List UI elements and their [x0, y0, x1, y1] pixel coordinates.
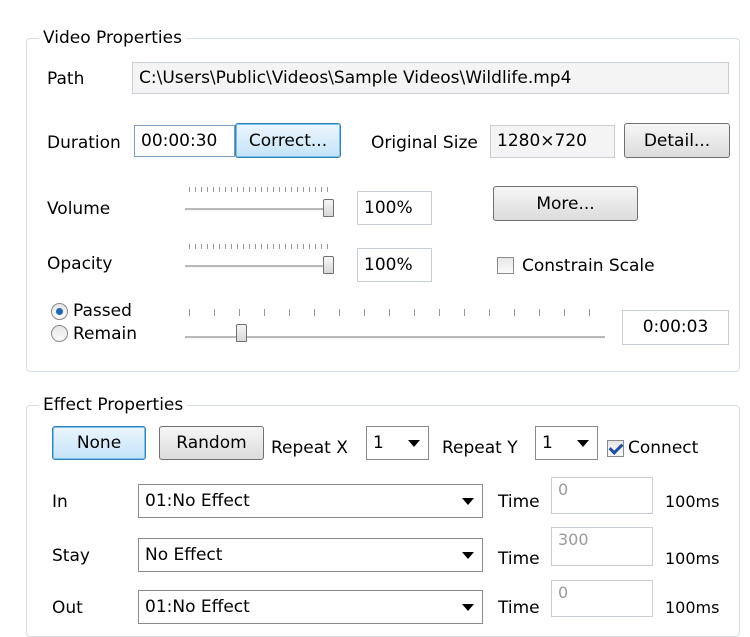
in-effect-value: 01:No Effect	[145, 491, 250, 511]
in-effect-select[interactable]: 01:No Effect	[138, 484, 483, 518]
position-time-field[interactable]: 0:00:03	[622, 310, 729, 345]
stay-time-field[interactable]: 300	[551, 527, 653, 566]
out-time-field[interactable]: 0	[551, 580, 653, 617]
stay-label: Stay	[52, 546, 90, 566]
in-time-label: Time	[498, 492, 540, 512]
more-button[interactable]: More...	[493, 186, 638, 221]
stay-effect-value: No Effect	[145, 545, 223, 565]
remain-radio[interactable]	[51, 325, 68, 342]
chevron-down-icon	[462, 604, 474, 611]
opacity-field[interactable]: 100%	[357, 248, 432, 282]
out-time-unit: 100ms	[665, 598, 720, 617]
in-time-field[interactable]: 0	[551, 477, 653, 514]
repeat-y-select[interactable]: 1	[535, 426, 598, 460]
remain-label[interactable]: Remain	[73, 324, 137, 344]
stay-time-label: Time	[498, 549, 540, 569]
original-size-label: Original Size	[371, 133, 478, 153]
stay-effect-select[interactable]: No Effect	[138, 538, 483, 572]
path-label: Path	[47, 69, 85, 89]
repeat-x-value: 1	[373, 433, 384, 453]
repeat-x-label: Repeat X	[271, 438, 348, 458]
opacity-slider-thumb[interactable]	[323, 256, 334, 274]
opacity-label: Opacity	[47, 254, 113, 274]
position-slider-thumb[interactable]	[236, 324, 247, 342]
stay-time-unit: 100ms	[665, 549, 720, 568]
effect-properties-title: Effect Properties	[39, 395, 188, 415]
position-slider-ticks	[189, 309, 601, 316]
original-size-field: 1280×720	[490, 125, 615, 158]
passed-radio[interactable]	[51, 303, 68, 320]
repeat-x-select[interactable]: 1	[366, 426, 429, 460]
in-label: In	[52, 492, 68, 512]
connect-checkbox[interactable]	[607, 440, 624, 457]
chevron-down-icon	[462, 552, 474, 559]
video-properties-title: Video Properties	[39, 28, 186, 48]
position-slider-track	[185, 336, 605, 339]
volume-slider-track	[185, 208, 332, 211]
chevron-down-icon	[577, 440, 589, 447]
path-field[interactable]: C:\Users\Public\Videos\Sample Videos\Wil…	[132, 62, 729, 94]
out-label: Out	[52, 598, 83, 618]
volume-field[interactable]: 100%	[357, 191, 432, 225]
volume-label: Volume	[47, 199, 111, 219]
chevron-down-icon	[462, 498, 474, 505]
duration-field[interactable]: 00:00:30	[134, 125, 235, 157]
duration-label: Duration	[47, 133, 121, 153]
constrain-scale-checkbox[interactable]	[497, 257, 514, 274]
out-time-label: Time	[498, 598, 540, 618]
passed-label[interactable]: Passed	[73, 301, 132, 321]
repeat-y-label: Repeat Y	[442, 438, 518, 458]
volume-slider-ticks	[189, 187, 330, 192]
out-effect-value: 01:No Effect	[145, 597, 250, 617]
connect-label[interactable]: Connect	[628, 438, 698, 458]
opacity-slider-track	[185, 265, 332, 268]
out-effect-select[interactable]: 01:No Effect	[138, 590, 483, 624]
in-time-unit: 100ms	[665, 492, 720, 511]
none-button[interactable]: None	[52, 426, 146, 460]
random-button[interactable]: Random	[159, 426, 264, 460]
detail-button[interactable]: Detail...	[624, 123, 730, 158]
constrain-scale-label[interactable]: Constrain Scale	[522, 256, 655, 276]
opacity-slider-ticks	[189, 244, 330, 249]
correct-button[interactable]: Correct...	[235, 123, 341, 158]
chevron-down-icon	[408, 440, 420, 447]
repeat-y-value: 1	[542, 433, 553, 453]
volume-slider-thumb[interactable]	[323, 199, 334, 217]
